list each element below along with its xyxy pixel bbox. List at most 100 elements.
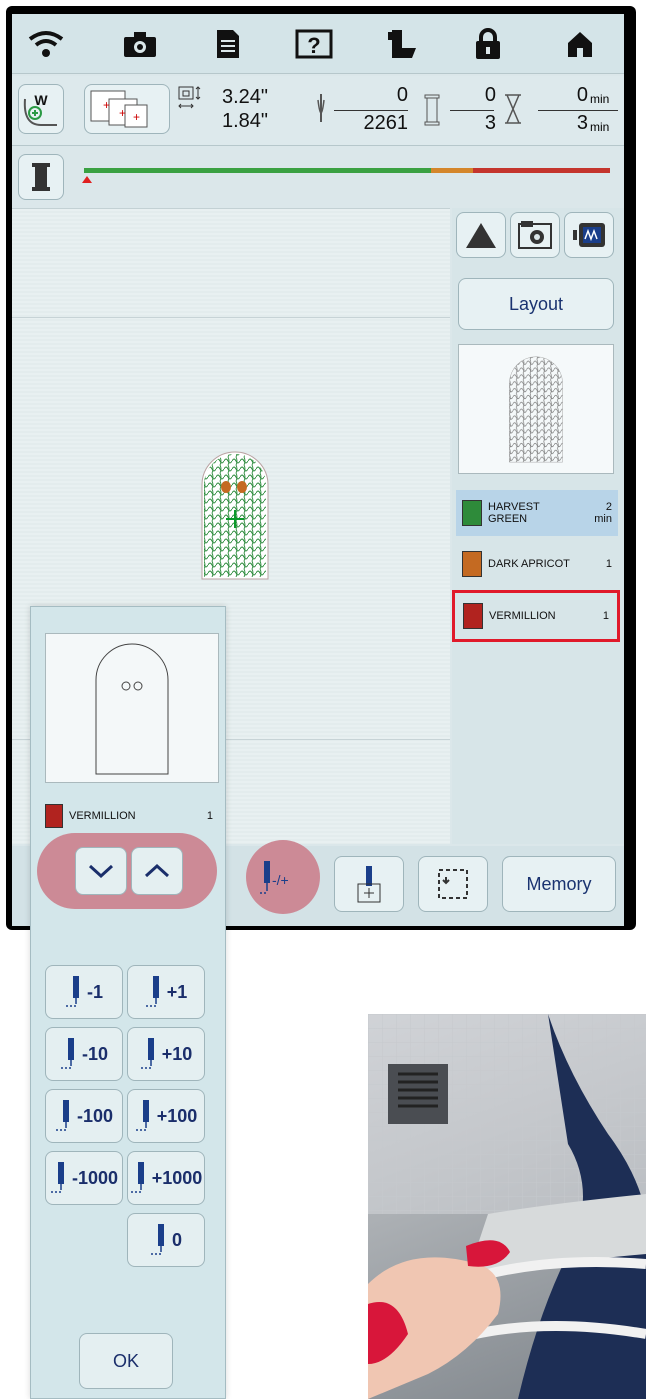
- stitch-minus-1000-button[interactable]: -1000: [45, 1151, 123, 1205]
- svg-text:W: W: [34, 92, 48, 108]
- time-divider: [538, 110, 618, 111]
- needle-icon: [50, 1162, 64, 1193]
- stitch-divider: [334, 110, 408, 111]
- spool-icon: [424, 94, 440, 131]
- stitch-plus-100-button[interactable]: +100: [127, 1089, 205, 1143]
- stitch-adjust-label: +1: [166, 981, 188, 1002]
- thread-swatch: [462, 500, 482, 526]
- machine-photo: [368, 1014, 646, 1399]
- needle-icon: [150, 1224, 164, 1255]
- needle-icon: [135, 1100, 149, 1131]
- thread-item-2[interactable]: DARK APRICOT 1: [456, 542, 618, 586]
- stitch-total: 2261: [363, 112, 409, 134]
- size-icon: [178, 86, 206, 117]
- progress-segment-red: [473, 168, 610, 173]
- ok-label: OK: [112, 1350, 139, 1371]
- ok-button[interactable]: OK: [79, 1333, 173, 1389]
- stitch-reset-0-button[interactable]: 0: [127, 1213, 205, 1267]
- stitch-adjust-label: +100: [156, 1105, 198, 1126]
- progress-segment-green: [84, 168, 432, 173]
- stitch-minus-1-button[interactable]: -1: [45, 965, 123, 1019]
- panel-thread-name: VERMILLION: [69, 810, 136, 822]
- needle-icon: [65, 976, 79, 1007]
- next-color-button[interactable]: [131, 847, 183, 895]
- presser-foot-icon[interactable]: [384, 26, 424, 62]
- panel-thread-count: 1: [206, 810, 213, 822]
- svg-text:+: +: [119, 106, 126, 120]
- status-info-bar: W + + + 3.24" 1.84" 0 2261 0 3 0 min 3 min: [12, 76, 624, 146]
- thread-time-unit: min: [594, 513, 612, 525]
- needle-icon: [314, 92, 328, 133]
- frame-size-button[interactable]: + + +: [84, 84, 170, 134]
- stitch-plus-1000-button[interactable]: +1000: [127, 1151, 205, 1205]
- needle-position-panel: VERMILLION 1 -1 +1 -10 +10 -100 +100 -1000 +100…: [30, 606, 226, 1399]
- thread-swatch: [463, 603, 483, 629]
- thread-name: DARK APRICOT: [488, 558, 570, 570]
- width-value: 3.24": [222, 86, 269, 108]
- time-unit-top: min: [590, 92, 610, 106]
- stitch-adjust-label: -1: [86, 981, 103, 1002]
- needle-icon: [140, 1038, 154, 1069]
- svg-text:+: +: [133, 110, 140, 124]
- stitch-simulator-button[interactable]: [564, 212, 614, 258]
- stitch-adjust-label: -100: [76, 1105, 114, 1126]
- color-divider: [450, 110, 494, 111]
- needle-plus-minus-button[interactable]: -/+: [246, 840, 320, 914]
- right-panel: Layout HARVEST GREEN 2 min DARK APRICOT …: [452, 208, 624, 844]
- thread-count: 1: [605, 558, 612, 570]
- thread-swatch: [45, 804, 63, 828]
- stitch-plus-10-button[interactable]: +10: [127, 1027, 205, 1081]
- layout-button[interactable]: Layout: [458, 278, 614, 330]
- panel-design-outline: [45, 633, 219, 783]
- thread-name-line2: GREEN: [488, 513, 528, 525]
- thread-name-line1: HARVEST: [488, 501, 540, 513]
- stitch-adjust-label: +10: [161, 1043, 193, 1064]
- thread-count: 1: [602, 610, 609, 622]
- lock-icon[interactable]: [468, 26, 508, 62]
- thread-item-3-selected[interactable]: VERMILLION 1: [452, 590, 620, 642]
- svg-text:?: ?: [307, 33, 320, 58]
- time-total: 3: [576, 112, 588, 134]
- progress-row: [12, 148, 624, 206]
- help-icon[interactable]: ?: [294, 26, 334, 62]
- needle-icon: [60, 1038, 74, 1069]
- stitch-minus-10-button[interactable]: -10: [45, 1027, 123, 1081]
- trial-frame-button[interactable]: [418, 856, 488, 912]
- svg-text:+: +: [103, 98, 110, 112]
- home-icon[interactable]: [560, 26, 600, 62]
- view-toggle-button[interactable]: [456, 212, 506, 258]
- camera-view-button[interactable]: [510, 212, 560, 258]
- stitch-adjust-label: -1000: [71, 1167, 119, 1188]
- thread-swatch: [462, 551, 482, 577]
- thread-name: VERMILLION: [489, 610, 556, 622]
- needle-icon: [130, 1162, 144, 1193]
- thread-time: 2: [605, 501, 612, 513]
- needle-start-button[interactable]: [334, 856, 404, 912]
- top-toolbar: ?: [12, 14, 624, 74]
- memory-button[interactable]: Memory: [502, 856, 616, 912]
- stitch-plus-1-button[interactable]: +1: [127, 965, 205, 1019]
- camera-icon[interactable]: [120, 26, 160, 62]
- thread-item-1[interactable]: HARVEST GREEN 2 min: [456, 490, 618, 536]
- height-value: 1.84": [222, 110, 269, 132]
- canvas-gridline-h: [12, 317, 450, 318]
- thread-spool-button[interactable]: [18, 154, 64, 200]
- time-unit-bottom: min: [590, 120, 610, 134]
- needle-icon: [145, 976, 159, 1007]
- layout-label: Layout: [508, 293, 564, 314]
- stitch-adjust-label: 0: [171, 1229, 182, 1250]
- wifi-icon[interactable]: [26, 26, 66, 62]
- stitch-minus-100-button[interactable]: -100: [45, 1089, 123, 1143]
- plus-minus-text: -/+: [272, 872, 289, 888]
- time-current: 0: [576, 84, 588, 106]
- design-preview[interactable]: [200, 449, 270, 586]
- progress-marker: [82, 176, 92, 183]
- stitch-adjust-label: +1000: [151, 1167, 203, 1188]
- stitch-adjust-label: -10: [81, 1043, 108, 1064]
- progress-segment-orange: [431, 168, 474, 173]
- progress-bar: [84, 168, 610, 173]
- embroidery-unit-button[interactable]: W: [18, 84, 64, 134]
- color-current: 0: [484, 84, 496, 106]
- previous-color-button[interactable]: [75, 847, 127, 895]
- document-icon[interactable]: [208, 26, 248, 62]
